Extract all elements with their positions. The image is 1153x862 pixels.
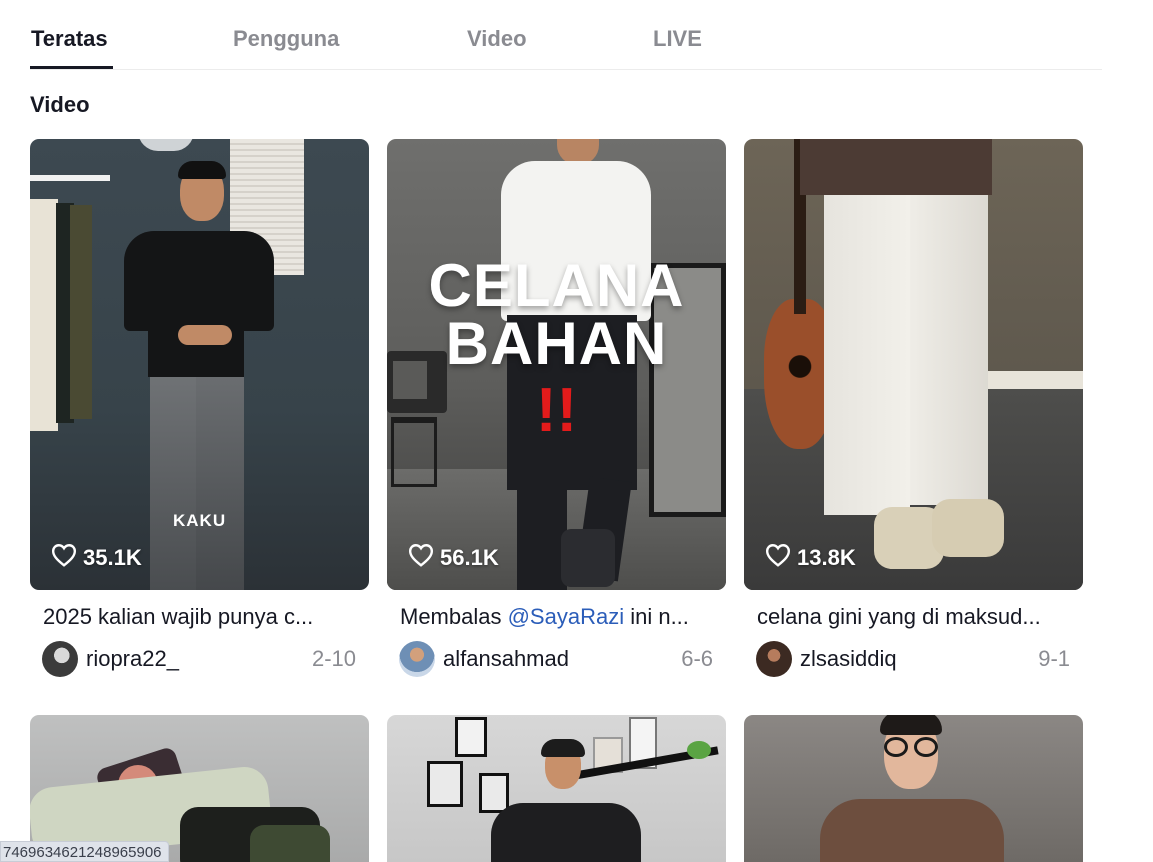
tab-teratas[interactable]: Teratas xyxy=(31,26,108,52)
video-thumbnail[interactable] xyxy=(30,715,369,862)
tab-video[interactable]: Video xyxy=(467,26,527,52)
overlay-text-line2: BAHAN xyxy=(445,310,668,377)
avatar[interactable] xyxy=(756,641,792,677)
overlay-text: KAKU xyxy=(173,511,227,530)
video-card[interactable]: KAKU 35.1K 2025 kalian wajib punya c... … xyxy=(30,139,369,677)
avatar[interactable] xyxy=(399,641,435,677)
heart-icon xyxy=(51,543,77,573)
username[interactable]: alfansahmad xyxy=(443,646,569,672)
post-date: 9-1 xyxy=(1038,646,1070,671)
active-tab-indicator xyxy=(30,66,113,69)
video-author[interactable]: riopra22_ 2-10 xyxy=(42,641,356,677)
post-date: 6-6 xyxy=(681,646,713,671)
heart-icon xyxy=(408,543,434,573)
video-card[interactable] xyxy=(744,715,1083,862)
likes-count: 56.1K xyxy=(408,543,499,573)
video-author[interactable]: alfansahmad 6-6 xyxy=(399,641,713,677)
video-caption[interactable]: celana gini yang di maksud... xyxy=(757,604,1071,630)
video-thumbnail[interactable] xyxy=(744,715,1083,862)
likes-count: 13.8K xyxy=(765,543,856,573)
video-card[interactable] xyxy=(30,715,369,862)
video-caption[interactable]: 2025 kalian wajib punya c... xyxy=(43,604,357,630)
video-author[interactable]: zlsasiddiq 9-1 xyxy=(756,641,1070,677)
tab-pengguna[interactable]: Pengguna xyxy=(233,26,339,52)
video-thumbnail[interactable] xyxy=(387,715,726,862)
video-thumbnail[interactable]: CELANA BAHAN !! 56.1K xyxy=(387,139,726,590)
search-tabs: Teratas Pengguna Video LIVE xyxy=(30,0,1102,70)
video-caption[interactable]: Membalas @SayaRazi ini n... xyxy=(400,604,714,630)
avatar[interactable] xyxy=(42,641,78,677)
video-card[interactable]: 13.8K celana gini yang di maksud... zlsa… xyxy=(744,139,1083,677)
post-date: 2-10 xyxy=(311,646,356,671)
username[interactable]: riopra22_ xyxy=(86,646,179,672)
video-thumbnail[interactable]: KAKU 35.1K xyxy=(30,139,369,590)
overlay-exclamation: !! xyxy=(535,376,578,445)
mention-link[interactable]: @SayaRazi xyxy=(508,604,625,629)
video-thumbnail[interactable]: 13.8K xyxy=(744,139,1083,590)
heart-icon xyxy=(765,543,791,573)
section-title: Video xyxy=(30,92,90,117)
video-card[interactable] xyxy=(387,715,726,862)
video-card[interactable]: CELANA BAHAN !! 56.1K Membalas @SayaRazi… xyxy=(387,139,726,677)
tab-live[interactable]: LIVE xyxy=(653,26,702,52)
status-bar-url: 7469634621248965906 xyxy=(0,841,169,862)
likes-count: 35.1K xyxy=(51,543,142,573)
overlay-text-line1: CELANA xyxy=(428,252,685,319)
username[interactable]: zlsasiddiq xyxy=(800,646,897,672)
